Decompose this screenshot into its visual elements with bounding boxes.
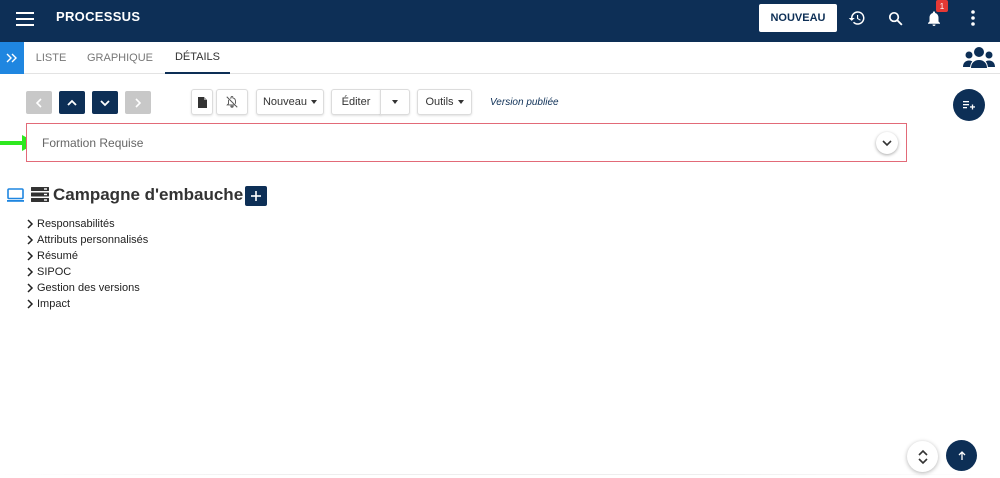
bell-off-icon	[226, 95, 238, 108]
app-title: PROCESSUS	[56, 9, 141, 24]
add-to-list-button[interactable]	[953, 89, 985, 121]
plus-icon	[251, 191, 261, 201]
chevron-right-icon	[27, 251, 34, 261]
chevron-left-icon	[35, 97, 42, 108]
section-responsabilites[interactable]: Responsabilités	[26, 216, 115, 232]
section-gestion-des-versions[interactable]: Gestion des versions	[26, 280, 140, 296]
chevron-up-icon	[67, 99, 77, 106]
section-resume[interactable]: Résumé	[26, 248, 78, 264]
new-process-button[interactable]: NOUVEAU	[759, 4, 837, 32]
section-label: Impact	[37, 298, 71, 310]
edit-options-dropdown[interactable]	[380, 89, 410, 115]
chevron-down-icon	[882, 139, 892, 146]
tab-details[interactable]: DÉTAILS	[165, 42, 230, 74]
chevron-right-icon	[135, 97, 142, 108]
process-title: Campagne d'embauche	[53, 185, 244, 204]
history-icon[interactable]	[845, 6, 869, 30]
section-label: Gestion des versions	[37, 282, 140, 294]
section-impact[interactable]: Impact	[26, 296, 70, 312]
menu-icon[interactable]	[16, 12, 34, 28]
tab-bar: LISTE GRAPHIQUE DÉTAILS	[0, 42, 1000, 74]
team-icon[interactable]	[962, 46, 996, 70]
add-button[interactable]	[245, 186, 267, 206]
expand-sidebar-button[interactable]	[0, 42, 24, 74]
search-icon[interactable]	[883, 6, 907, 30]
playlist-add-icon	[963, 101, 975, 110]
monitor-icon[interactable]	[7, 188, 24, 203]
scroll-to-top-button[interactable]	[946, 440, 977, 471]
tab-graphique[interactable]: GRAPHIQUE	[87, 42, 153, 74]
caret-down-icon	[392, 100, 398, 104]
document-icon	[197, 96, 207, 108]
top-app-bar: PROCESSUS NOUVEAU 1	[0, 0, 1000, 42]
next-record-button[interactable]	[92, 91, 118, 114]
chevron-right-icon	[27, 299, 34, 309]
last-record-button[interactable]	[125, 91, 151, 114]
notifications-off-button[interactable]	[216, 89, 248, 115]
new-item-dropdown[interactable]: Nouveau	[256, 89, 324, 115]
double-chevron-right-icon	[6, 53, 17, 63]
section-sipoc[interactable]: SIPOC	[26, 264, 71, 280]
first-record-button[interactable]	[26, 91, 52, 114]
section-label: Attributs personnalisés	[37, 234, 149, 246]
document-button[interactable]	[191, 89, 213, 115]
caret-down-icon	[457, 100, 464, 104]
chevron-down-icon	[100, 99, 110, 106]
notification-badge: 1	[936, 0, 948, 12]
scroll-toggle-button[interactable]	[907, 441, 938, 472]
chevron-right-icon	[27, 283, 34, 293]
server-list-icon	[31, 187, 49, 202]
tools-dropdown[interactable]: Outils	[417, 89, 472, 115]
chevron-right-icon	[27, 267, 34, 277]
footer-divider	[0, 474, 1000, 475]
version-status-label: Version publiée	[490, 97, 559, 108]
expand-panel-button[interactable]	[876, 132, 898, 154]
new-item-label: Nouveau	[262, 96, 308, 108]
arrow-up-icon	[958, 450, 965, 460]
chevron-right-icon	[27, 235, 34, 245]
unfold-icon	[917, 449, 928, 464]
tab-liste[interactable]: LISTE	[36, 42, 67, 74]
panel-title: Formation Requise	[42, 136, 144, 150]
required-training-panel[interactable]: Formation Requise	[26, 123, 907, 162]
previous-record-button[interactable]	[59, 91, 85, 114]
more-vert-icon[interactable]	[961, 6, 985, 30]
section-label: SIPOC	[37, 266, 72, 278]
tools-label: Outils	[425, 96, 454, 108]
section-label: Résumé	[37, 250, 78, 262]
edit-button[interactable]: Éditer	[331, 89, 381, 115]
chevron-right-icon	[27, 219, 34, 229]
caret-down-icon	[311, 100, 318, 104]
section-label: Responsabilités	[37, 218, 115, 230]
section-attributs-personnalises[interactable]: Attributs personnalisés	[26, 232, 148, 248]
